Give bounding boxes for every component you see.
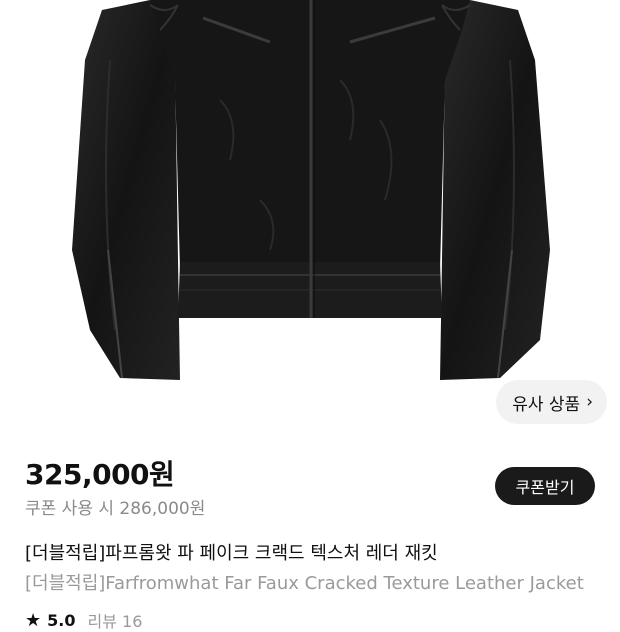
chevron-right-icon: › — [586, 391, 593, 412]
product-image[interactable] — [0, 0, 620, 438]
rating-row[interactable]: ★ 5.0 리뷰 16 — [25, 608, 142, 632]
star-icon: ★ — [25, 609, 42, 631]
product-title-korean: [더블적립]파프롬왓 파 페이크 크랙드 텍스처 레더 재킷 — [25, 543, 438, 564]
similar-products-label: 유사 상품 — [512, 394, 581, 415]
product-title-english: [더블적립]Farfromwhat Far Faux Cracked Textu… — [25, 573, 584, 594]
rating-score: 5.0 — [47, 610, 76, 630]
get-coupon-button[interactable]: 쿠폰받기 — [495, 467, 595, 505]
coupon-price-text: 쿠폰 사용 시 286,000원 — [25, 499, 206, 519]
leather-jacket-image — [72, 0, 550, 380]
review-count[interactable]: 리뷰 16 — [87, 608, 142, 632]
product-price: 325,000원 — [25, 458, 175, 491]
similar-products-button[interactable]: 유사 상품 › — [496, 380, 607, 424]
